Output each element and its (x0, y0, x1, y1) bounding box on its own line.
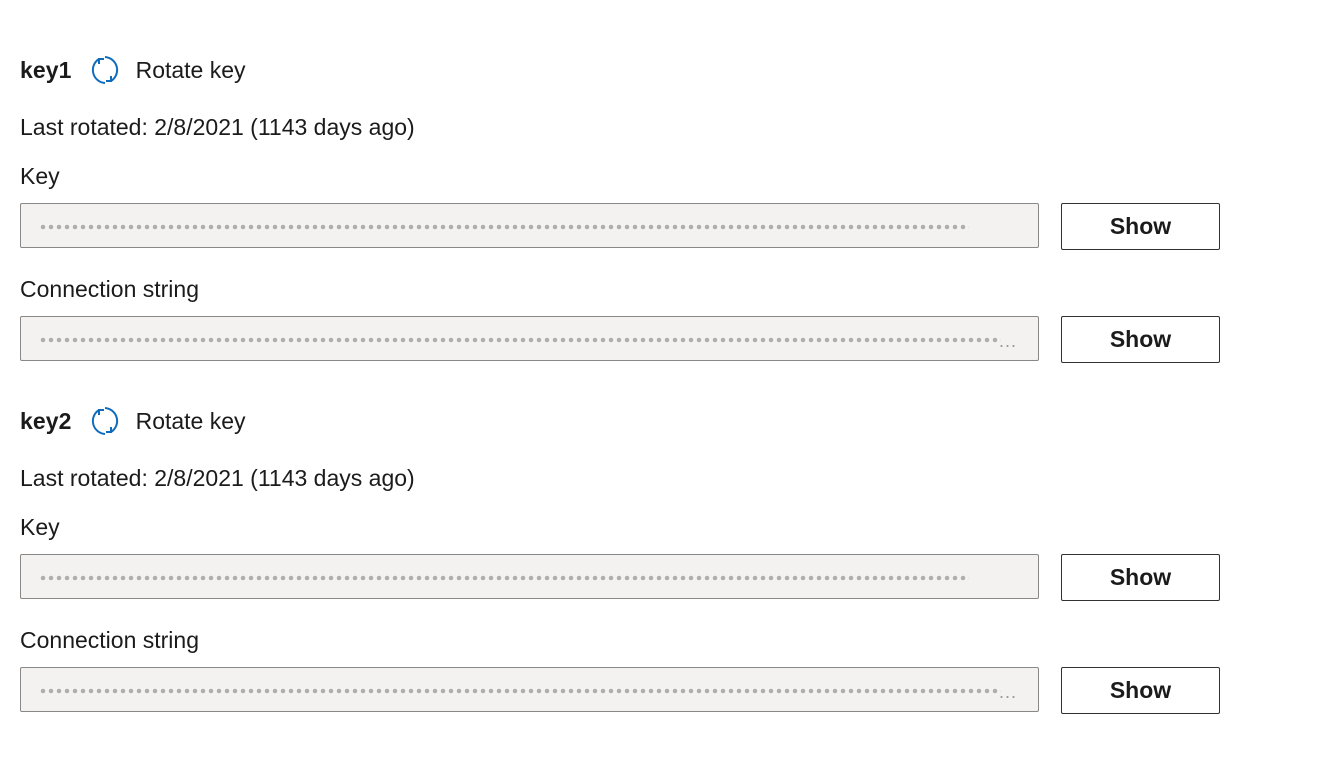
show-connection-string-button[interactable]: Show (1061, 667, 1220, 714)
key-masked-field[interactable] (20, 554, 1039, 599)
truncation-ellipsis: ... (998, 682, 1017, 702)
connection-string-label: Connection string (20, 276, 199, 302)
truncation-ellipsis: ... (998, 331, 1017, 351)
rotate-icon[interactable] (88, 404, 122, 438)
rotate-icon[interactable] (88, 53, 122, 87)
rotate-key-link[interactable]: Rotate key (136, 57, 246, 84)
masked-value (39, 224, 969, 230)
show-key-button[interactable]: Show (1061, 203, 1220, 250)
connection-string-masked-field[interactable]: ... (20, 316, 1039, 361)
key-field-label: Key (20, 514, 60, 540)
key-name: key2 (20, 407, 72, 434)
key-masked-field[interactable] (20, 203, 1039, 248)
rotate-key-link[interactable]: Rotate key (136, 408, 246, 435)
last-rotated-text: Last rotated: 2/8/2021 (1143 days ago) (20, 114, 415, 140)
key-name: key1 (20, 56, 72, 83)
key1-header: key1 Rotate key (20, 53, 246, 87)
connection-string-label: Connection string (20, 627, 199, 653)
show-key-button[interactable]: Show (1061, 554, 1220, 601)
key-field-label: Key (20, 163, 60, 189)
last-rotated-text: Last rotated: 2/8/2021 (1143 days ago) (20, 465, 415, 491)
masked-value (39, 575, 969, 581)
key2-header: key2 Rotate key (20, 404, 246, 438)
masked-value (39, 688, 1001, 694)
key2-section: key2 Rotate key Last rotated: 2/8/2021 (… (20, 404, 1240, 724)
masked-value (39, 337, 1001, 343)
connection-string-masked-field[interactable]: ... (20, 667, 1039, 712)
key1-section: key1 Rotate key Last rotated: 2/8/2021 (… (20, 53, 1240, 373)
show-connection-string-button[interactable]: Show (1061, 316, 1220, 363)
